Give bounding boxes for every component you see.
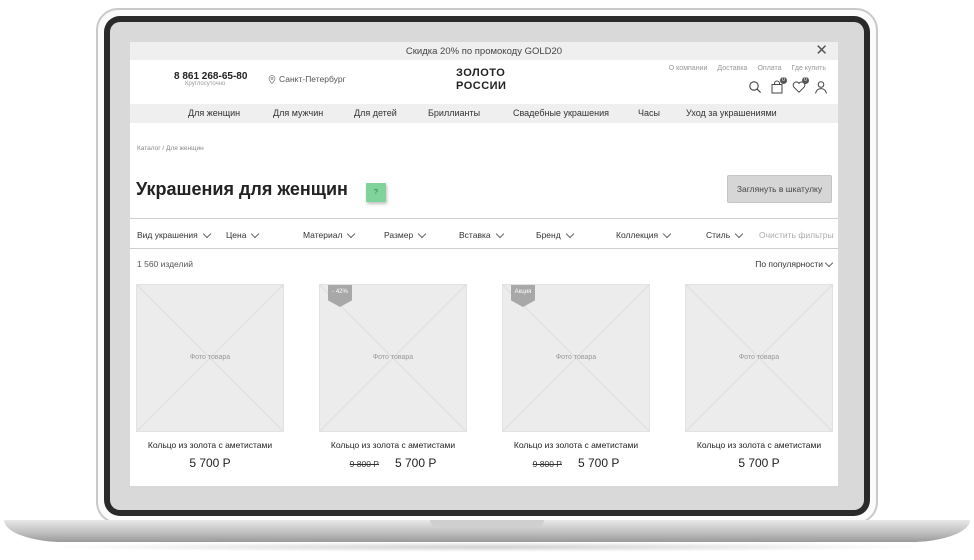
sort-select[interactable]: По популярности: [755, 258, 834, 269]
nav-item-watches[interactable]: Часы: [638, 108, 660, 118]
clear-filters-button[interactable]: Очистить фильтры: [759, 230, 834, 240]
close-icon[interactable]: ✕: [815, 43, 828, 59]
city-selector[interactable]: Санкт-Петербург: [268, 74, 346, 84]
search-icon[interactable]: [748, 80, 762, 94]
header: 8 861 268-65-80 Круглосуточно Санкт-Пете…: [130, 60, 838, 104]
chevron-down-icon: [824, 258, 834, 267]
promo-bar: Скидка 20% по промокоду GOLD20 ✕: [130, 42, 838, 60]
old-price: 9 800 Р: [532, 459, 562, 469]
filter-label: Коллекция: [616, 230, 659, 240]
sort-label: По популярности: [755, 259, 823, 269]
promo-text: Скидка 20% по промокоду GOLD20: [405, 45, 563, 57]
product-price: 5 700 Р: [136, 456, 284, 470]
phone-hours: Круглосуточно: [185, 81, 226, 87]
photo-placeholder-label: Фото товара: [738, 354, 780, 361]
location-pin-icon: [268, 74, 276, 84]
filter-label: Материал: [303, 230, 343, 240]
breadcrumb[interactable]: Каталог / Для женщин: [137, 145, 204, 152]
chevron-down-icon: [495, 229, 504, 238]
chevron-down-icon: [734, 229, 744, 238]
product-card[interactable]: - 42% Фото товара Кольцо из золота с аме…: [319, 284, 467, 470]
nav-item-women[interactable]: Для женщин: [188, 108, 240, 118]
chevron-down-icon: [565, 229, 574, 238]
product-image[interactable]: Фото товара: [136, 284, 284, 432]
nav-item-diamonds[interactable]: Бриллианты: [428, 108, 480, 118]
current-price: 5 700 Р: [394, 456, 437, 470]
jewelry-box-button[interactable]: Заглянуть в шкатулку: [727, 175, 832, 203]
chevron-down-icon: [417, 229, 427, 238]
filter-insert[interactable]: Вставка: [459, 229, 504, 240]
bag-icon[interactable]: 0: [770, 77, 787, 94]
current-price: 5 700 Р: [577, 456, 620, 470]
nav-item-care[interactable]: Уход за украшениями: [686, 108, 777, 118]
link-delivery[interactable]: Доставка: [717, 65, 747, 72]
filter-size[interactable]: Размер: [384, 229, 427, 240]
bag-count-badge: 0: [780, 77, 787, 84]
filter-label: Размер: [384, 230, 414, 240]
favorites-count-badge: 0: [802, 77, 809, 84]
header-icons: 0 0: [748, 77, 828, 94]
filter-brand[interactable]: Бренд: [536, 229, 574, 240]
filter-label: Стиль: [706, 230, 731, 240]
photo-placeholder-label: Фото товара: [189, 354, 231, 361]
chevron-down-icon: [347, 229, 356, 238]
chevron-down-icon: [662, 229, 672, 238]
current-price: 5 700 Р: [738, 456, 780, 470]
filter-price[interactable]: Цена: [226, 229, 260, 240]
photo-placeholder-label: Фото товара: [555, 354, 597, 361]
product-price: 9 800 Р 5 700 Р: [502, 456, 650, 470]
photo-placeholder-label: Фото товара: [372, 354, 414, 361]
product-price: 9 800 Р 5 700 Р: [319, 456, 467, 470]
help-badge[interactable]: ?: [366, 183, 386, 202]
filter-collection[interactable]: Коллекция: [616, 229, 672, 240]
product-name[interactable]: Кольцо из золота с аметистами: [502, 440, 650, 450]
nav-item-kids[interactable]: Для детей: [354, 108, 397, 118]
laptop-notch: [430, 520, 544, 527]
filter-label: Вид украшения: [137, 230, 198, 240]
product-price: 5 700 Р: [685, 456, 833, 470]
product-image[interactable]: Акция Фото товара: [502, 284, 650, 432]
filter-label: Вставка: [459, 230, 491, 240]
link-payment[interactable]: Оплата: [757, 65, 781, 72]
link-stores[interactable]: Где купить: [792, 65, 826, 72]
filter-divider-bottom: [130, 248, 838, 249]
web-page: Скидка 20% по промокоду GOLD20 ✕ 8 861 2…: [130, 42, 838, 486]
current-price: 5 700 Р: [189, 456, 231, 470]
filter-label: Цена: [226, 230, 247, 240]
filter-divider-top: [130, 218, 838, 219]
chevron-down-icon: [202, 229, 212, 238]
heart-icon[interactable]: 0: [792, 77, 809, 94]
laptop-shadow: [40, 542, 934, 552]
product-name[interactable]: Кольцо из золота с аметистами: [136, 440, 284, 450]
product-count: 1 560 изделий: [137, 259, 193, 269]
nav-item-men[interactable]: Для мужчин: [273, 108, 323, 118]
filter-material[interactable]: Материал: [303, 229, 356, 240]
nav-item-wedding[interactable]: Свадебные украшения: [513, 108, 609, 118]
chevron-down-icon: [251, 229, 260, 238]
product-card[interactable]: Акция Фото товара Кольцо из золота с аме…: [502, 284, 650, 470]
logo-line-1: ЗОЛОТО: [456, 67, 506, 79]
top-links: О компании Доставка Оплата Где купить: [669, 65, 826, 72]
main-nav: Для женщин Для мужчин Для детей Бриллиан…: [130, 104, 838, 123]
filter-type[interactable]: Вид украшения: [137, 229, 212, 240]
product-image[interactable]: - 42% Фото товара: [319, 284, 467, 432]
product-image[interactable]: Фото товара: [685, 284, 833, 432]
logo-line-2: РОССИИ: [456, 80, 507, 92]
page-title: Украшения для женщин: [136, 179, 348, 199]
old-price: 9 800 Р: [349, 459, 379, 469]
link-about[interactable]: О компании: [669, 65, 708, 72]
user-icon[interactable]: [814, 80, 828, 94]
filter-label: Бренд: [536, 230, 561, 240]
product-name[interactable]: Кольцо из золота с аметистами: [685, 440, 833, 450]
city-label: Санкт-Петербург: [279, 74, 346, 84]
product-name[interactable]: Кольцо из золота с аметистами: [319, 440, 467, 450]
product-card[interactable]: Фото товара Кольцо из золота с аметистам…: [136, 284, 284, 470]
logo[interactable]: ЗОЛОТО РОССИИ: [456, 67, 506, 93]
filter-style[interactable]: Стиль: [706, 229, 744, 240]
product-card[interactable]: Фото товара Кольцо из золота с аметистам…: [685, 284, 833, 470]
